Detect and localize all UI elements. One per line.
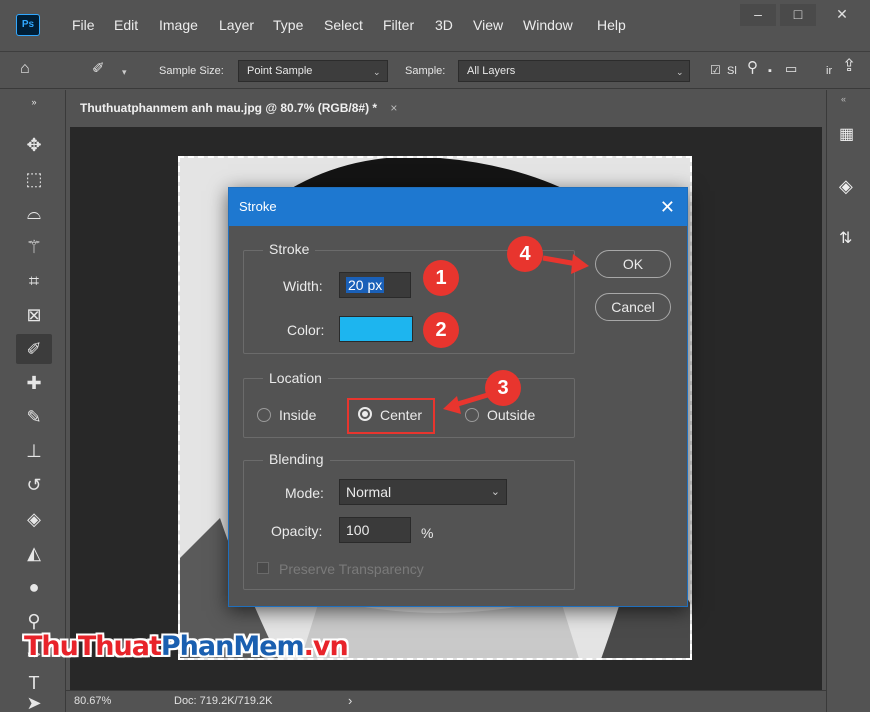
watermark-part-vn: .vn xyxy=(303,631,349,662)
dock-expand-icon[interactable]: « xyxy=(841,94,846,104)
show-ring-label: Sl xyxy=(727,65,737,77)
menu-3d[interactable]: 3D xyxy=(435,16,453,34)
watermark-part-thu: Thu xyxy=(24,631,79,662)
magic-wand-tool-icon[interactable]: ⚚ xyxy=(16,232,52,262)
blur-tool-icon[interactable]: ● xyxy=(16,572,52,602)
paint-bucket-tool-icon[interactable]: ◭ xyxy=(16,538,52,568)
clone-stamp-tool-icon[interactable]: ⊥ xyxy=(16,436,52,466)
workspace-icon[interactable]: ▭ xyxy=(785,62,797,76)
healing-brush-tool-icon[interactable]: ✚ xyxy=(16,368,52,398)
tool-preset-chevron-icon[interactable]: ▾ xyxy=(122,67,127,77)
share-icon[interactable]: ⇪ xyxy=(842,57,856,74)
photoshop-logo: Ps xyxy=(16,14,40,36)
menu-help[interactable]: Help xyxy=(597,16,626,34)
home-icon[interactable]: ⌂ xyxy=(20,61,30,77)
sample-size-label: Sample Size: xyxy=(159,65,224,77)
document-tab-title: Thuthuatphanmem anh mau.jpg @ 80.7% (RGB… xyxy=(80,101,378,115)
doc-size: Doc: 719.2K/719.2K xyxy=(174,695,273,707)
frame-tool-icon[interactable]: ⊠ xyxy=(16,300,52,330)
window-close-button[interactable]: ✕ xyxy=(822,4,862,26)
options-bar: ⌂ ✐ ▾ Sample Size: Point Sample ⌄ Sample… xyxy=(0,53,870,89)
crop-tool-icon[interactable]: ⌗ xyxy=(16,266,52,296)
stroke-dialog: Stroke ✕ Stroke Width: 20 px Color: Loca… xyxy=(228,187,688,607)
restore-button[interactable]: □ xyxy=(780,4,816,26)
watermark-logo: ThuThuatPhanMem.vn xyxy=(24,630,349,664)
menu-bar: Ps File Edit Image Layer Type Select Fil… xyxy=(0,0,870,52)
right-panel-dock: « ▦ ◈ ⇅ xyxy=(826,90,870,712)
watermark-part-mem: Mem xyxy=(233,631,304,662)
watermark-part-phan: Phan xyxy=(160,631,234,662)
sample-chevron-icon: ⌄ xyxy=(676,67,684,77)
panel-collapse-icon[interactable]: » xyxy=(16,96,52,108)
arrow-to-ok xyxy=(542,255,578,267)
menu-filter[interactable]: Filter xyxy=(383,16,414,34)
menu-edit[interactable]: Edit xyxy=(114,16,138,34)
tools-panel: » ✥ ⬚ ⌓ ⚚ ⌗ ⊠ ✐ ✚ ✎ ⊥ ↺ ◈ ◭ ● ⚲ ✒ T ➤ xyxy=(10,90,66,712)
sample-size-select[interactable]: Point Sample xyxy=(238,60,388,82)
menu-file[interactable]: File xyxy=(72,16,95,34)
properties-panel-icon[interactable]: ⇅ xyxy=(839,228,852,248)
search-icon[interactable]: ⚲ xyxy=(747,60,758,75)
eyedropper-tool-icon[interactable]: ✐ xyxy=(92,61,105,76)
menu-select[interactable]: Select xyxy=(324,16,363,34)
libraries-panel-icon[interactable]: ▦ xyxy=(839,124,854,144)
minimize-button[interactable]: – xyxy=(740,4,776,26)
watermark-part-thuat: Thuat xyxy=(77,631,162,662)
photoshop-window: Ps File Edit Image Layer Type Select Fil… xyxy=(0,0,870,712)
document-tab-close-icon[interactable]: × xyxy=(390,101,397,115)
menu-type[interactable]: Type xyxy=(273,16,303,34)
status-bar: 80.67% Doc: 719.2K/719.2K › xyxy=(66,690,826,712)
annotation-arrows xyxy=(443,254,589,414)
show-ring-checkbox[interactable]: ☑ xyxy=(710,63,721,77)
zoom-level[interactable]: 80.67% xyxy=(74,695,111,707)
marquee-tool-icon[interactable]: ⬚ xyxy=(16,164,52,194)
layers-panel-icon[interactable]: ◈ xyxy=(839,176,853,197)
menu-image[interactable]: Image xyxy=(159,16,198,34)
document-tab[interactable]: Thuthuatphanmem anh mau.jpg @ 80.7% (RGB… xyxy=(70,90,470,126)
menu-window[interactable]: Window xyxy=(523,16,573,34)
arrow-to-center-head xyxy=(443,396,461,414)
menu-layer[interactable]: Layer xyxy=(219,16,254,34)
lasso-tool-icon[interactable]: ⌓ xyxy=(16,198,52,228)
status-menu-arrow-icon[interactable]: › xyxy=(348,693,352,708)
sample-size-chevron-icon: ⌄ xyxy=(373,67,381,77)
workspace-dot-icon: ▪ xyxy=(768,65,772,77)
brush-tool-icon[interactable]: ✎ xyxy=(16,402,52,432)
sample-select[interactable]: All Layers xyxy=(458,60,690,82)
history-brush-tool-icon[interactable]: ↺ xyxy=(16,470,52,500)
arrow-to-ok-head xyxy=(571,254,589,274)
eyedropper-tool-button[interactable]: ✐ xyxy=(16,334,52,364)
share-label: ir xyxy=(826,65,833,77)
eraser-tool-icon[interactable]: ◈ xyxy=(16,504,52,534)
document-tab-bar: Thuthuatphanmem anh mau.jpg @ 80.7% (RGB… xyxy=(70,90,822,126)
move-tool-icon[interactable]: ✥ xyxy=(16,130,52,160)
sample-label: Sample: xyxy=(405,65,446,77)
menu-view[interactable]: View xyxy=(473,16,503,34)
path-selection-tool-icon[interactable]: ➤ xyxy=(16,688,52,712)
